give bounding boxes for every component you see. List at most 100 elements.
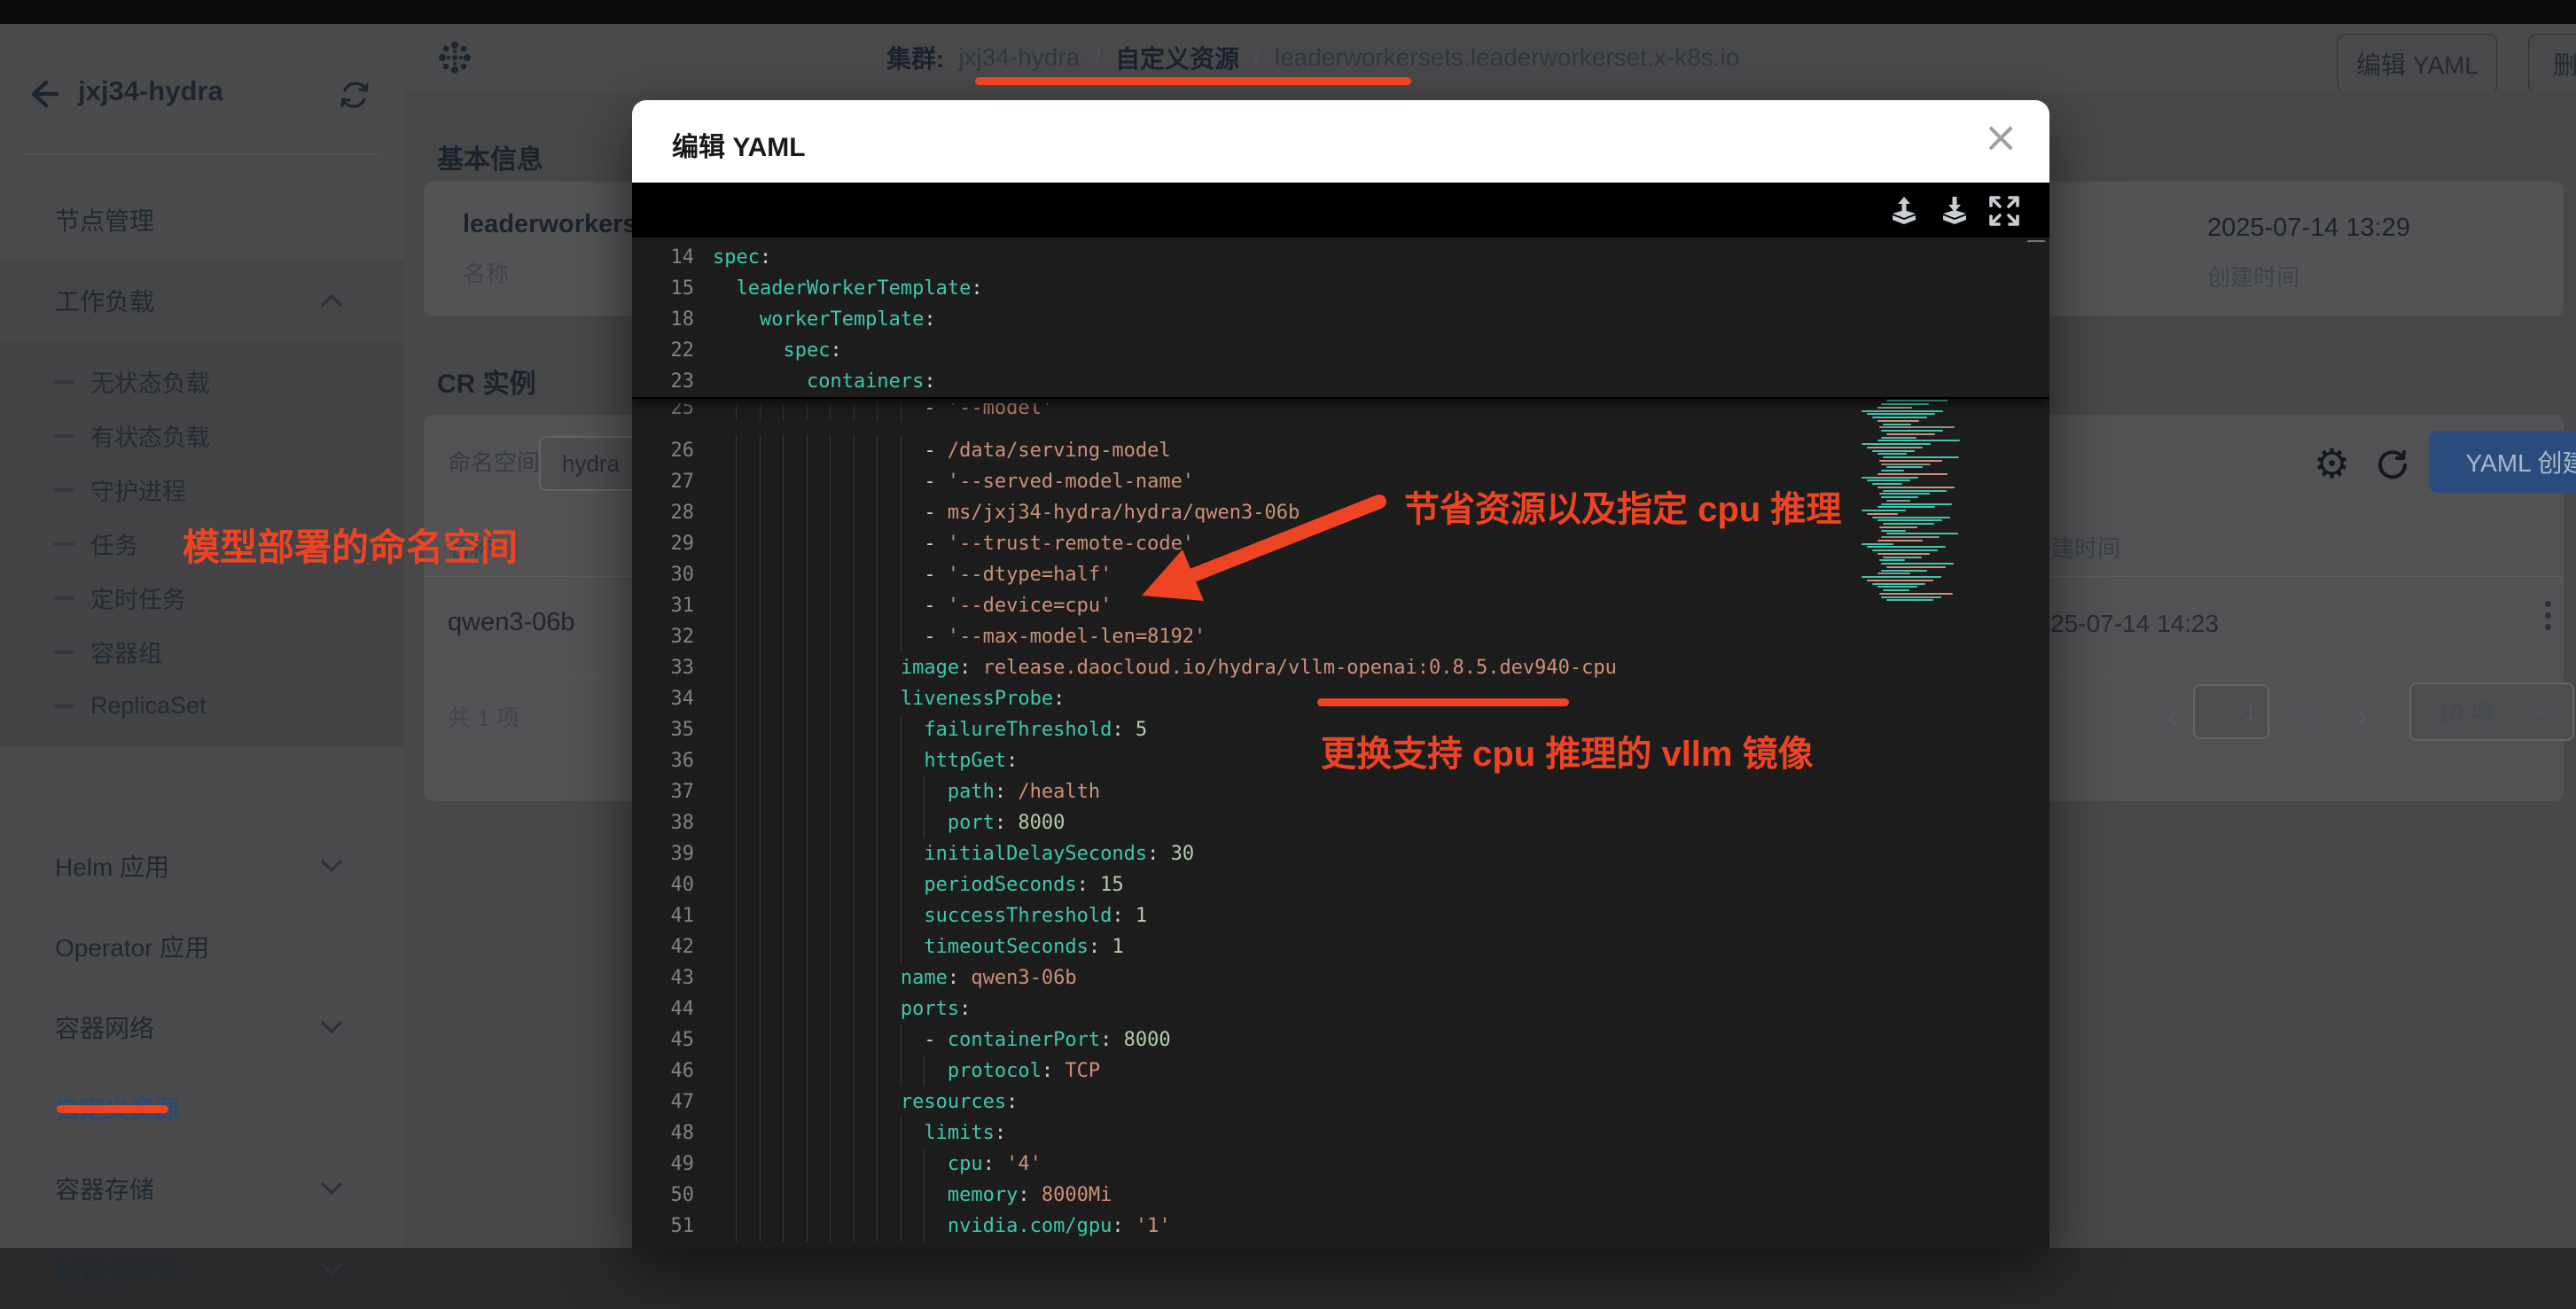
yaml-line-14[interactable]: 14spec: (632, 242, 2049, 273)
yaml-line-22[interactable]: 22 spec: (632, 335, 2049, 366)
yaml-line-39[interactable]: 39 initialDelaySeconds: 30 (632, 838, 2049, 869)
minimap-line (1877, 420, 1919, 422)
minimap-line (1886, 599, 1933, 601)
breadcrumb-custom-resources[interactable]: 自定义资源 (1115, 40, 1239, 75)
yaml-line-29[interactable]: 29 - '--trust-remote-code' (632, 528, 2049, 559)
dash-icon (53, 488, 74, 492)
minimap-line (1879, 593, 1953, 595)
yaml-line-43[interactable]: 43 name: qwen3-06b (632, 962, 2049, 993)
minimap-line (1881, 596, 1941, 598)
sidebar-item-2[interactable]: 无状态负载 (0, 355, 403, 409)
yaml-line-30[interactable]: 30 - '--dtype=half' (632, 559, 2049, 590)
yaml-line-text: spec: (713, 335, 842, 366)
refresh-icon[interactable] (2374, 447, 2411, 484)
yaml-line-26[interactable]: 26 - /data/serving-model (632, 435, 2049, 466)
next-page-icon[interactable]: › (2356, 698, 2368, 734)
sidebar-item-label: Operator 应用 (55, 929, 209, 964)
sidebar-item-label: 容器存储 (55, 1171, 154, 1206)
cr-row-name[interactable]: qwen3-06b (448, 608, 575, 637)
yaml-line-50[interactable]: 50 memory: 8000Mi (632, 1180, 2049, 1211)
yaml-line-23[interactable]: 23 containers: (632, 366, 2049, 397)
breadcrumb-crd-name: leaderworkersets.leaderworkerset.x-k8s.i… (1275, 43, 1739, 72)
minimap-line (1872, 583, 1925, 585)
row-actions-kebab-icon[interactable] (2539, 596, 2556, 635)
yaml-line-15[interactable]: 15 leaderWorkerTemplate: (632, 273, 2049, 304)
page-input[interactable]: 1 (2193, 684, 2269, 739)
minimap-line (1877, 573, 1910, 574)
minimap-line (1886, 500, 1910, 502)
minimap-line (1867, 479, 1910, 481)
breadcrumb-separator: / (1253, 43, 1261, 72)
sidebar-item-7[interactable]: 容器组 (0, 625, 403, 679)
yaml-line-37[interactable]: 37 path: /health (632, 776, 2049, 807)
yaml-create-button[interactable]: YAML 创建 (2429, 431, 2576, 493)
yaml-line-44[interactable]: 44 ports: (632, 993, 2049, 1025)
yaml-line-38[interactable]: 38 port: 8000 (632, 807, 2049, 838)
sidebar-item-11[interactable]: 容器网络 (0, 986, 403, 1067)
yaml-line-text: leaderWorkerTemplate: (713, 273, 983, 304)
sidebar-item-6[interactable]: 定时任务 (0, 571, 403, 625)
close-icon[interactable]: × (1983, 113, 2018, 162)
table-settings-gear-icon[interactable]: ⚙ (2314, 440, 2350, 487)
minimap-line (1881, 464, 1931, 465)
sidebar-item-3[interactable]: 有状态负载 (0, 409, 403, 463)
minimap-line (1877, 407, 1912, 409)
yaml-editor-body[interactable]: 26 - /data/serving-model27 - '--served-m… (632, 435, 2049, 1242)
yaml-line-text: livenessProbe: (713, 683, 1065, 714)
yaml-line-33[interactable]: 33 image: release.daocloud.io/hydra/vllm… (632, 652, 2049, 683)
edit-yaml-modal: 编辑 YAML × 26 - /data/serving-model27 (632, 100, 2049, 1248)
yaml-line-32[interactable]: 32 - '--max-model-len=8192' (632, 621, 2049, 652)
minimap-line (1867, 447, 1923, 448)
yaml-line-text: - '--trust-remote-code' (713, 528, 1194, 559)
yaml-line-51[interactable]: 51 nvidia.com/gpu: '1' (632, 1211, 2049, 1242)
sidebar-item-1[interactable]: 工作负载 (0, 260, 403, 340)
prev-page-icon[interactable]: ‹ (2166, 698, 2178, 734)
breadcrumb-cluster-name[interactable]: jxj34-hydra (958, 43, 1080, 72)
yaml-line-text: failureThreshold: 5 (713, 714, 1147, 745)
fullscreen-icon[interactable] (1987, 194, 2021, 228)
download-icon[interactable] (1938, 194, 1971, 228)
yaml-line-40[interactable]: 40 periodSeconds: 15 (632, 869, 2049, 900)
sidebar-item-label: 任务 (90, 526, 138, 561)
yaml-line-41[interactable]: 41 successThreshold: 1 (632, 900, 2049, 931)
yaml-line-46[interactable]: 46 protocol: TCP (632, 1056, 2049, 1087)
yaml-line-42[interactable]: 42 timeoutSeconds: 1 (632, 931, 2049, 962)
switch-cluster-icon[interactable] (339, 79, 371, 111)
yaml-line-text: timeoutSeconds: 1 (713, 931, 1124, 962)
dash-icon (53, 542, 74, 546)
sidebar-item-label: 有状态负载 (90, 418, 210, 453)
yaml-line-text: memory: 8000Mi (713, 1180, 1112, 1211)
upload-icon[interactable] (1887, 194, 1921, 228)
yaml-sticky-scope-lines[interactable]: 14spec:15 leaderWorkerTemplate:18 worker… (632, 242, 2049, 399)
sidebar-item-0[interactable]: 节点管理 (0, 179, 403, 260)
sidebar-item-9[interactable]: Helm 应用 (0, 825, 403, 906)
line-number: 30 (632, 559, 694, 590)
sidebar-item-8[interactable]: ReplicaSet (0, 679, 403, 733)
chevron-up-icon (320, 293, 343, 308)
sidebar: jxj34-hydra 节点管理工作负载无状态负载有状态负载守护进程任务定时任务… (0, 24, 404, 1248)
minimap-line (1881, 470, 1904, 471)
yaml-line-text: initialDelaySeconds: 30 (713, 838, 1194, 869)
modal-header: 编辑 YAML × (632, 100, 2049, 183)
line-number: 39 (632, 838, 694, 869)
page-size-select[interactable]: 10 项 (2409, 682, 2574, 741)
yaml-line-text: - ms/jxj34-hydra/hydra/qwen3-06b (713, 497, 1300, 528)
delete-button[interactable]: 删除 (2528, 34, 2576, 94)
back-arrow-icon[interactable] (25, 77, 59, 111)
yaml-line-45[interactable]: 45 - containerPort: 8000 (632, 1025, 2049, 1056)
sidebar-item-10[interactable]: Operator 应用 (0, 906, 403, 986)
yaml-line-25[interactable]: 25 - '--model' (632, 403, 1784, 421)
yaml-line-48[interactable]: 48 limits: (632, 1118, 2049, 1149)
yaml-line-47[interactable]: 47 resources: (632, 1087, 2049, 1118)
yaml-line-31[interactable]: 31 - '--device=cpu' (632, 590, 2049, 621)
yaml-line-49[interactable]: 49 cpu: '4' (632, 1149, 2049, 1180)
edit-yaml-button[interactable]: 编辑 YAML (2337, 34, 2498, 94)
breadcrumb-cluster-label: 集群: (886, 40, 944, 75)
yaml-line-18[interactable]: 18 workerTemplate: (632, 304, 2049, 335)
minimap-line (1862, 410, 1943, 412)
sidebar-item-13[interactable]: 容器存储 (0, 1148, 403, 1228)
sidebar-item-4[interactable]: 守护进程 (0, 463, 403, 517)
sidebar-item-14[interactable]: 配置与密钥 (0, 1228, 403, 1309)
minimap-line (1872, 417, 1927, 418)
minimap-line (1862, 443, 1931, 445)
